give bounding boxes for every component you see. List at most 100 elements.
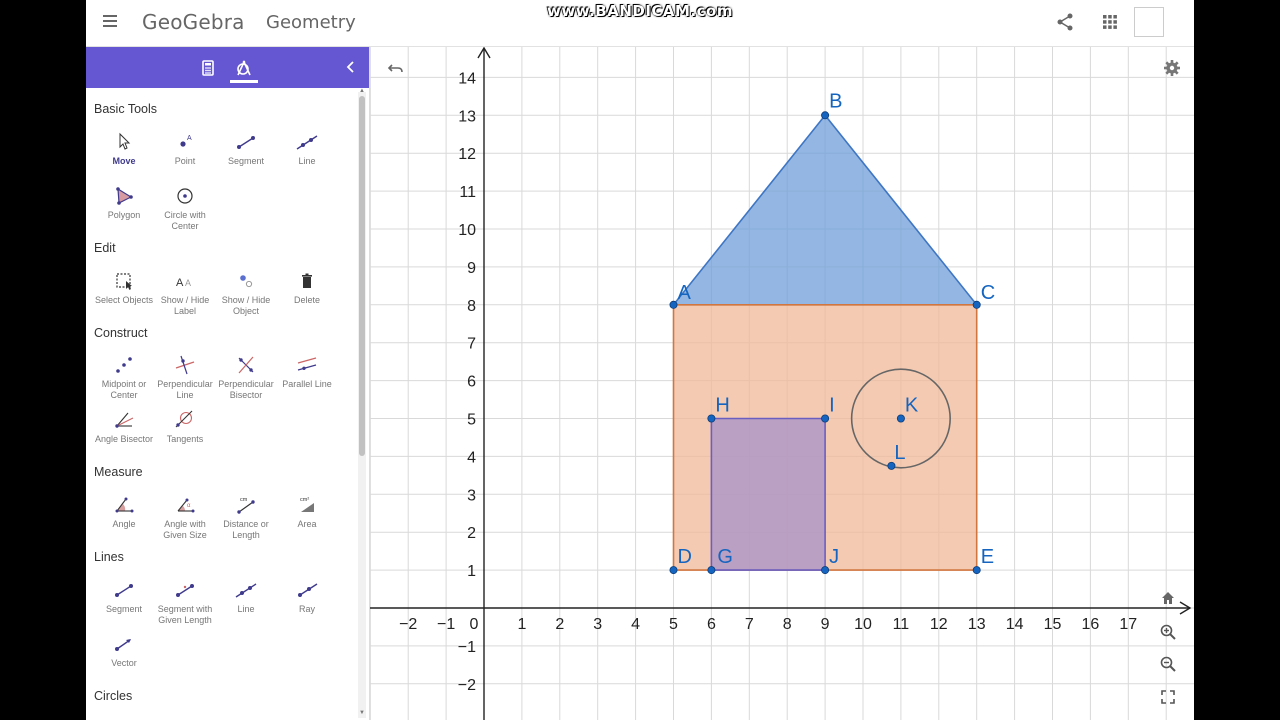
share-icon[interactable] [1055, 12, 1075, 32]
tool-ray[interactable]: Ray [273, 578, 341, 615]
segment-given-length-icon [176, 584, 194, 597]
geogebra-logo: GeoGebra [142, 10, 245, 34]
geometry-canvas[interactable]: −2 −1 0 1 2 3 4 5 6 7 8 9 10 11 12 13 14 15 16 171413121110… [369, 46, 1194, 720]
tool-lines-line[interactable]: Line [212, 578, 280, 615]
calculator-icon[interactable] [196, 56, 220, 80]
tool-angle[interactable]: Angle [90, 493, 158, 530]
trash-icon [302, 273, 312, 288]
tool-label: Angle with Given Size [163, 519, 207, 540]
tool-label: Polygon [107, 210, 141, 220]
label-icon: AA [176, 277, 191, 289]
svg-text:cm²: cm² [300, 497, 309, 503]
tool-label: Show / Hide Label [160, 295, 210, 316]
tool-label: Line [298, 156, 316, 166]
svg-text:A: A [187, 135, 192, 142]
y-tick-label: 8 [467, 298, 476, 315]
arrow-cursor-icon [119, 132, 131, 150]
midpoint-icon [116, 357, 132, 373]
user-avatar[interactable] [1134, 7, 1164, 37]
x-tick-label: 9 [821, 616, 830, 633]
x-tick-label: 3 [593, 616, 602, 633]
scroll-down-arrow-icon[interactable]: ▼ [359, 710, 365, 716]
y-tick-label: 11 [459, 184, 476, 201]
active-tab-indicator [230, 80, 258, 83]
point-label-J: J [829, 546, 839, 568]
tool-polygon[interactable]: Polygon [90, 184, 158, 221]
select-objects-icon [116, 273, 132, 290]
y-tick-label: 5 [467, 412, 476, 429]
category-lines: Lines [94, 550, 124, 564]
segment-icon [237, 136, 255, 149]
app-title: Geometry [266, 12, 356, 33]
point-label-A: A [678, 282, 692, 304]
tool-perpendicular-bisector[interactable]: Perpendicular Bisector [212, 353, 280, 400]
point-label-K: K [905, 395, 919, 417]
y-tick-label: 10 [458, 222, 476, 239]
tool-segment-given-length[interactable]: Segment with Given Length [151, 578, 219, 625]
y-tick-label: 2 [467, 525, 476, 542]
panel-header [86, 46, 369, 88]
tool-area[interactable]: cm² Area [273, 493, 341, 530]
apps-grid-icon[interactable] [1100, 12, 1120, 32]
point-D [669, 566, 678, 575]
category-construct: Construct [94, 326, 148, 340]
panel-scroll-thumb[interactable] [359, 96, 365, 456]
tool-delete[interactable]: Delete [273, 269, 341, 306]
tool-parallel-line[interactable]: Parallel Line [273, 353, 341, 390]
tool-angle-bisector[interactable]: Angle Bisector [90, 408, 158, 445]
show-hide-object-icon [240, 275, 253, 288]
distance-icon: cm [237, 497, 255, 514]
tool-midpoint[interactable]: Midpoint or Center [90, 353, 158, 400]
tool-label: Angle [112, 519, 136, 529]
tool-point[interactable]: A Point [151, 130, 219, 167]
tool-show-hide-object[interactable]: Show / Hide Object [212, 269, 280, 316]
line-icon [235, 583, 257, 598]
category-circles: Circles [94, 689, 133, 703]
category-edit: Edit [94, 241, 116, 255]
y-tick-label: 9 [467, 260, 476, 277]
tool-perpendicular-line[interactable]: Perpendicular Line [151, 353, 219, 400]
tool-tangents[interactable]: Tangents [151, 408, 219, 445]
tool-show-hide-label[interactable]: AA Show / Hide Label [151, 269, 219, 316]
angle-given-size-icon: α [177, 498, 195, 513]
angle-icon [115, 497, 134, 513]
graphics-view[interactable]: −2 −1 0 1 2 3 4 5 6 7 8 9 10 11 12 13 14 15 16 17 14 13 12 11 10… [369, 46, 1194, 720]
tangents-icon [175, 410, 193, 428]
tool-label: Select Objects [94, 295, 154, 305]
x-tick-label: 12 [930, 616, 948, 633]
point-label-C: C [981, 282, 995, 304]
y-tick-label: 14 [458, 70, 476, 87]
x-tick-label: 8 [783, 616, 792, 633]
menu-button[interactable] [100, 12, 120, 32]
scroll-up-arrow-icon[interactable]: ▲ [359, 88, 365, 94]
ray-icon [298, 583, 318, 597]
x-tick-label: 10 [854, 616, 872, 633]
x-tick-label: 16 [1082, 616, 1100, 633]
home-icon[interactable] [1158, 589, 1178, 607]
tool-lines-segment[interactable]: Segment [90, 578, 158, 615]
tool-angle-given-size[interactable]: α Angle with Given Size [151, 493, 219, 540]
tool-select-objects[interactable]: Select Objects [90, 269, 158, 306]
circle-icon [177, 188, 193, 204]
tool-vector[interactable]: Vector [90, 632, 158, 669]
zoom-in-icon[interactable] [1158, 622, 1178, 642]
geogebra-app: GeoGebra Geometry Basic Tools Move A Poi… [86, 0, 1194, 720]
tool-segment[interactable]: Segment [212, 130, 280, 167]
fullscreen-icon[interactable] [1158, 687, 1178, 707]
geometry-tools-icon[interactable] [232, 56, 256, 80]
settings-gear-icon[interactable] [1162, 58, 1182, 78]
tool-distance-length[interactable]: cm Distance or Length [212, 493, 280, 540]
point-J [821, 566, 830, 575]
tool-label: Move [112, 156, 136, 166]
zoom-out-icon[interactable] [1158, 654, 1178, 674]
point-A [669, 300, 678, 309]
x-tick-label: 7 [745, 616, 754, 633]
tool-line[interactable]: Line [273, 130, 341, 167]
polygon-roof [671, 114, 979, 306]
undo-icon[interactable] [386, 58, 406, 78]
tool-circle-with-center[interactable]: Circle with Center [151, 184, 219, 231]
collapse-chevron-icon[interactable] [342, 58, 360, 76]
tool-label: Area [297, 519, 317, 529]
tool-move[interactable]: Move [90, 130, 158, 167]
tools-list: Basic Tools Move A Point Segment Line Po… [86, 88, 356, 720]
